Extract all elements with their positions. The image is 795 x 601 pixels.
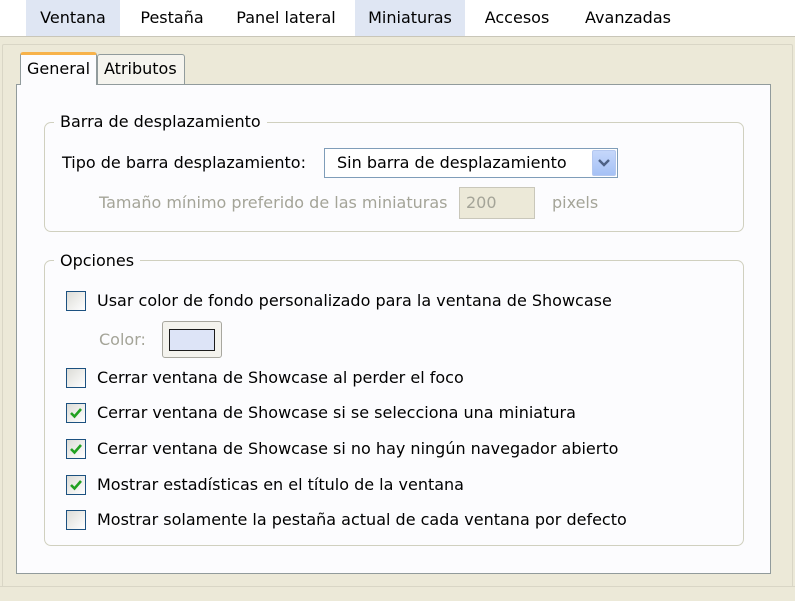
dialog-bottom-edge bbox=[0, 586, 795, 601]
min-size-input[interactable] bbox=[460, 188, 530, 216]
checkbox-show-current-tab-only-label[interactable]: Mostrar solamente la pestaña actual de c… bbox=[97, 510, 627, 530]
category-ventana[interactable]: Ventana bbox=[26, 0, 120, 36]
category-pestana[interactable]: Pestaña bbox=[128, 0, 216, 36]
scrollbar-type-label: Tipo de barra desplazamiento: bbox=[62, 153, 306, 172]
tab-general[interactable]: General bbox=[20, 52, 97, 85]
category-miniaturas[interactable]: Miniaturas bbox=[355, 0, 465, 36]
min-size-unit: pixels bbox=[552, 193, 599, 212]
color-picker-button[interactable] bbox=[162, 321, 222, 358]
category-avanzadas[interactable]: Avanzadas bbox=[572, 0, 684, 36]
checkbox-close-no-browser-label[interactable]: Cerrar ventana de Showcase si no hay nin… bbox=[97, 439, 618, 459]
scrollbar-type-value: Sin barra de desplazamiento bbox=[337, 153, 567, 172]
checkbox-show-current-tab-only[interactable] bbox=[66, 510, 86, 530]
min-size-field[interactable] bbox=[459, 187, 535, 219]
checkbox-close-on-select[interactable] bbox=[66, 403, 86, 423]
scrollbar-type-dropdown[interactable]: Sin barra de desplazamiento bbox=[324, 148, 618, 178]
checkbox-custom-bg-color[interactable] bbox=[66, 291, 86, 311]
checkbox-close-on-blur[interactable] bbox=[66, 368, 86, 388]
scrollbar-group-legend: Barra de desplazamiento bbox=[54, 112, 267, 132]
checkbox-close-on-select-label[interactable]: Cerrar ventana de Showcase si se selecci… bbox=[97, 403, 576, 423]
min-size-label: Tamaño mínimo preferido de las miniatura… bbox=[99, 193, 448, 212]
color-swatch bbox=[169, 329, 215, 351]
checkbox-custom-bg-color-label[interactable]: Usar color de fondo personalizado para l… bbox=[97, 291, 612, 311]
tab-atributos[interactable]: Atributos bbox=[97, 54, 185, 84]
checkbox-close-no-browser[interactable] bbox=[66, 439, 86, 459]
checkbox-show-stats-title-label[interactable]: Mostrar estadísticas en el título de la … bbox=[97, 475, 464, 495]
color-label: Color: bbox=[99, 330, 146, 349]
checkbox-show-stats-title[interactable] bbox=[66, 475, 86, 495]
category-panel-lateral[interactable]: Panel lateral bbox=[226, 0, 346, 36]
options-group-legend: Opciones bbox=[54, 251, 141, 271]
category-toolbar: Ventana Pestaña Panel lateral Miniaturas… bbox=[0, 0, 795, 37]
category-accesos[interactable]: Accesos bbox=[474, 0, 560, 36]
checkbox-close-on-blur-label[interactable]: Cerrar ventana de Showcase al perder el … bbox=[97, 368, 464, 388]
chevron-down-icon[interactable] bbox=[592, 150, 616, 176]
